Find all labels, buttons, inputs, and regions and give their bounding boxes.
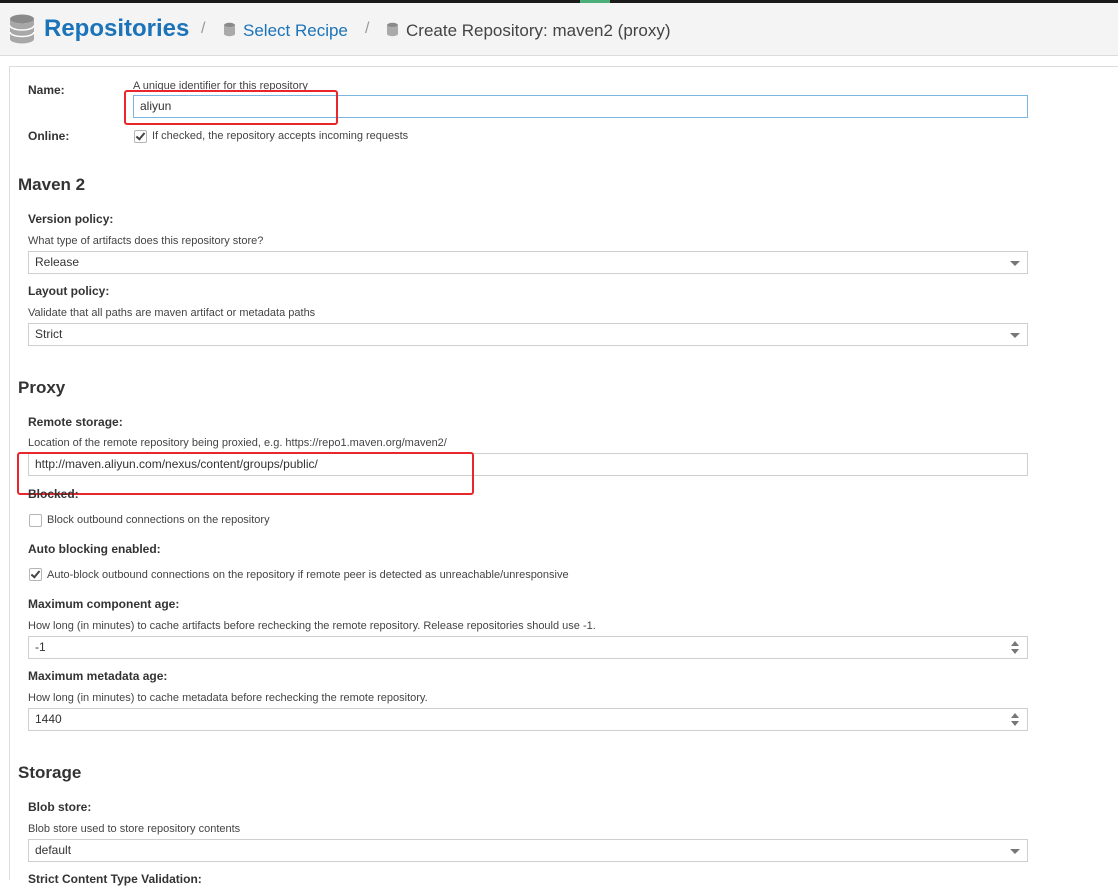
remote-storage-label: Remote storage: [28, 415, 123, 429]
stepper-icon[interactable] [1011, 713, 1020, 726]
strict-content-label: Strict Content Type Validation: [28, 872, 202, 886]
max-component-age-help: How long (in minutes) to cache artifacts… [28, 620, 596, 632]
max-component-age-label: Maximum component age: [28, 597, 180, 611]
section-maven2: Maven 2 [18, 175, 86, 194]
blob-store-value: default [35, 843, 72, 857]
chevron-down-icon [1010, 849, 1020, 854]
version-policy-label: Version policy: [28, 212, 114, 226]
layout-policy-value: Strict [35, 327, 63, 341]
breadcrumb-current: Create Repository: maven2 (proxy) [406, 21, 671, 40]
blocked-label: Blocked: [28, 487, 79, 501]
page-title[interactable]: Repositories [44, 15, 189, 43]
blocked-help: Block outbound connections on the reposi… [47, 514, 270, 526]
blob-store-label: Blob store: [28, 800, 92, 814]
page-header: Repositories / Select Recipe / Create Re… [0, 3, 1118, 56]
blob-store-help: Blob store used to store repository cont… [28, 823, 241, 835]
section-storage: Storage [18, 763, 82, 782]
name-label: Name: [28, 83, 65, 97]
max-metadata-age-label: Maximum metadata age: [28, 669, 168, 683]
blob-store-select[interactable]: default [28, 839, 1028, 862]
remote-storage-help: Location of the remote repository being … [28, 437, 447, 449]
breadcrumb-select-recipe[interactable]: Select Recipe [243, 21, 348, 41]
breadcrumb-separator: / [365, 20, 370, 37]
max-component-age-input[interactable]: -1 [28, 636, 1028, 659]
online-help: If checked, the repository accepts incom… [152, 130, 409, 142]
version-policy-help: What type of artifacts does this reposit… [28, 235, 264, 247]
stepper-icon[interactable] [1011, 641, 1020, 654]
database-icon [386, 22, 399, 42]
layout-policy-help: Validate that all paths are maven artifa… [28, 307, 316, 319]
max-component-age-value: -1 [35, 640, 46, 654]
layout-policy-label: Layout policy: [28, 284, 110, 298]
max-metadata-age-help: How long (in minutes) to cache metadata … [28, 692, 428, 704]
version-policy-select[interactable]: Release [28, 251, 1028, 274]
highlight-box [124, 90, 338, 125]
layout-policy-select[interactable]: Strict [28, 323, 1028, 346]
blocked-checkbox[interactable] [29, 514, 42, 527]
highlight-box [17, 452, 474, 495]
section-proxy: Proxy [18, 378, 66, 397]
version-policy-value: Release [35, 255, 80, 269]
online-checkbox[interactable] [134, 130, 147, 143]
checkmark-icon [135, 130, 146, 141]
auto-blocking-label: Auto blocking enabled: [28, 542, 161, 556]
online-label: Online: [28, 129, 70, 143]
auto-blocking-checkbox[interactable] [29, 568, 42, 581]
max-metadata-age-value: 1440 [35, 712, 62, 726]
chevron-down-icon [1010, 261, 1020, 266]
max-metadata-age-input[interactable]: 1440 [28, 708, 1028, 731]
database-icon [223, 22, 236, 42]
breadcrumb-separator: / [201, 20, 206, 37]
checkmark-icon [30, 568, 41, 579]
auto-blocking-help: Auto-block outbound connections on the r… [47, 569, 569, 581]
database-icon [8, 13, 36, 50]
chevron-down-icon [1010, 333, 1020, 338]
